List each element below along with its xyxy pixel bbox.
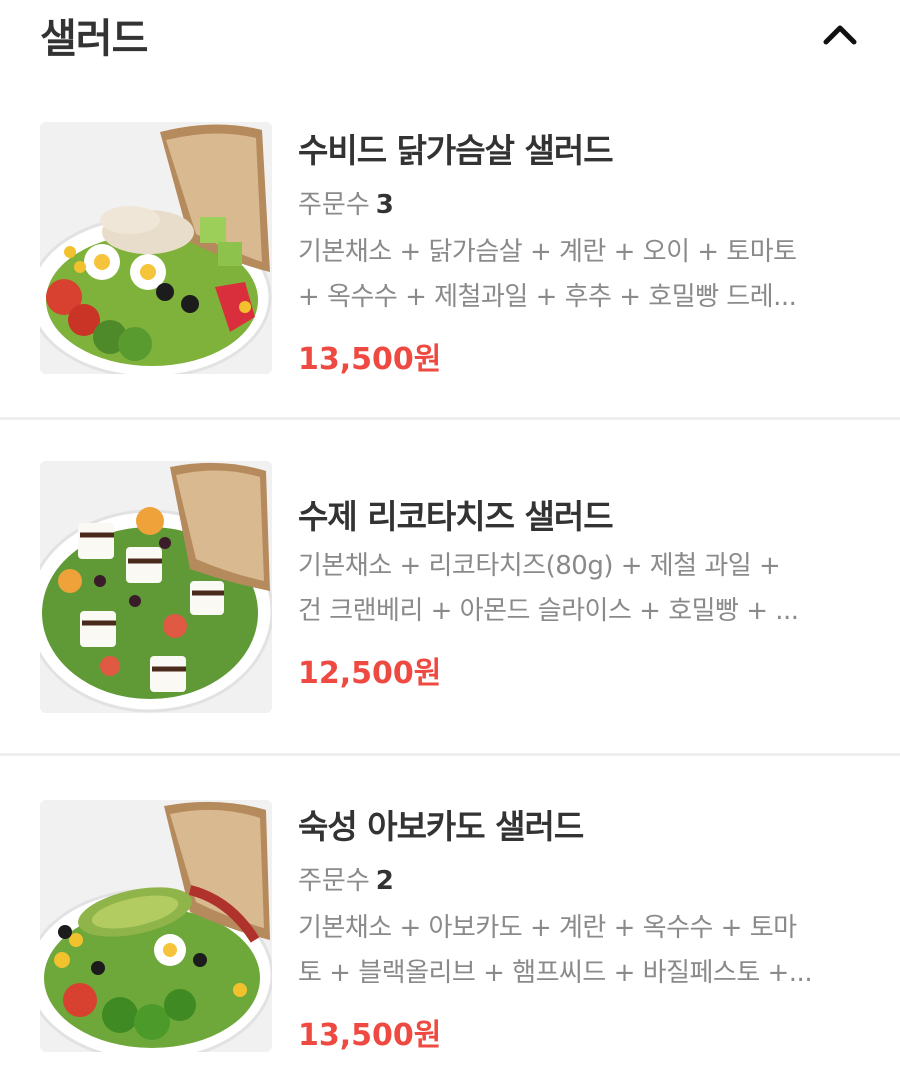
menu-item-description: 기본채소 + 아보카도 + 계란 + 옥수수 + 토마 토 + 블랙올리브 + … bbox=[298, 906, 858, 996]
menu-item-name: 수비드 닭가슴살 샐러드 bbox=[298, 131, 614, 170]
order-count: 주문수 2 bbox=[298, 860, 394, 897]
menu-item-name: 숙성 아보카도 샐러드 bbox=[298, 807, 584, 846]
order-count-value: 2 bbox=[375, 866, 394, 896]
menu-item[interactable]: 수제 리코타치즈 샐러드 기본채소 + 리코타치즈(80g) + 제철 과일 +… bbox=[0, 420, 900, 754]
description-line: 건 크랜베리 + 아몬드 슬라이스 + 호밀빵 + ... bbox=[298, 596, 799, 626]
menu-item-image bbox=[40, 461, 272, 713]
description-line: 기본채소 + 아보카도 + 계란 + 옥수수 + 토마 bbox=[298, 913, 797, 943]
menu-item-price: 12,500원 bbox=[298, 656, 442, 691]
order-count-value: 3 bbox=[375, 190, 394, 220]
menu-item[interactable]: 수비드 닭가슴살 샐러드 주문수 3 기본채소 + 닭가슴살 + 계란 + 오이 … bbox=[0, 100, 900, 418]
description-line: 기본채소 + 닭가슴살 + 계란 + 오이 + 토마토 bbox=[298, 237, 797, 267]
description-line: + 옥수수 + 제철과일 + 후추 + 호밀빵 드레... bbox=[298, 282, 797, 312]
chevron-up-icon bbox=[823, 25, 857, 45]
menu-item-image bbox=[40, 800, 272, 1052]
order-count-label: 주문수 bbox=[298, 866, 370, 896]
collapse-button[interactable] bbox=[818, 14, 862, 54]
menu-item-price: 13,500원 bbox=[298, 342, 442, 377]
description-line: 토 + 블랙올리브 + 햄프씨드 + 바질페스토 +... bbox=[298, 958, 813, 988]
section-header[interactable]: 샐러드 bbox=[0, 0, 900, 80]
menu-item-price: 13,500원 bbox=[298, 1018, 442, 1053]
menu-item[interactable]: 숙성 아보카도 샐러드 주문수 2 기본채소 + 아보카도 + 계란 + 옥수수 … bbox=[0, 756, 900, 1091]
menu-item-description: 기본채소 + 리코타치즈(80g) + 제철 과일 + 건 크랜베리 + 아몬드… bbox=[298, 544, 858, 634]
menu-item-name: 수제 리코타치즈 샐러드 bbox=[298, 497, 614, 536]
menu-item-image bbox=[40, 122, 272, 374]
menu-item-description: 기본채소 + 닭가슴살 + 계란 + 오이 + 토마토 + 옥수수 + 제철과일… bbox=[298, 230, 858, 320]
section-title: 샐러드 bbox=[40, 16, 148, 62]
description-line: 기본채소 + 리코타치즈(80g) + 제철 과일 + bbox=[298, 551, 781, 581]
order-count: 주문수 3 bbox=[298, 184, 394, 221]
order-count-label: 주문수 bbox=[298, 190, 370, 220]
